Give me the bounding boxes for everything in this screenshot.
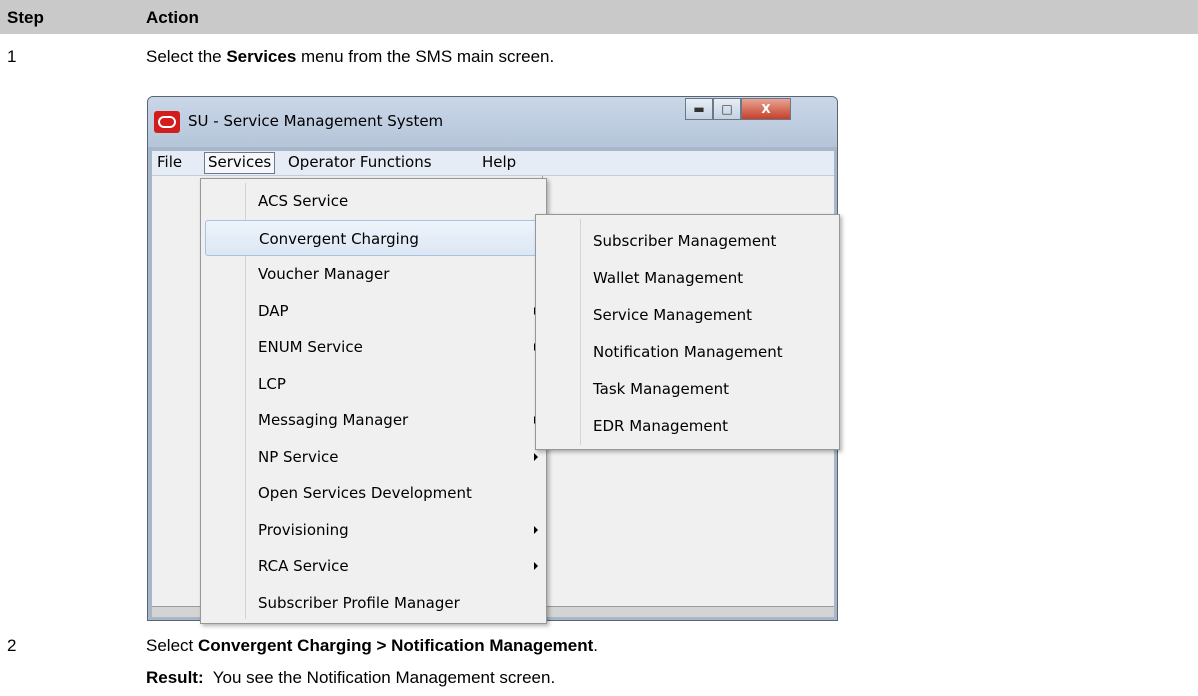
charging-submenu-item[interactable]: Service Management [536, 297, 836, 333]
menu-services[interactable]: Services [204, 152, 276, 174]
title-bar: SU - Service Management System ▬ □ X [148, 97, 837, 147]
table-header: Step Action [0, 0, 1198, 34]
services-menu-item[interactable]: Messaging Manager [201, 402, 541, 438]
charging-submenu-item[interactable]: EDR Management [536, 408, 836, 444]
charging-submenu-item[interactable]: Wallet Management [536, 260, 836, 296]
menu-item-label: NP Service [258, 447, 339, 466]
submenu-item-label: Service Management [593, 306, 753, 324]
charging-submenu-item[interactable]: Task Management [536, 371, 836, 407]
close-button[interactable]: X [741, 98, 791, 120]
step-number: 1 [7, 47, 17, 66]
submenu-item-label: Subscriber Management [593, 232, 777, 250]
services-menu-item[interactable]: Subscriber Profile Manager [201, 585, 541, 621]
menu-item-label: RCA Service [258, 557, 349, 575]
submenu-item-label: Task Management [593, 380, 729, 398]
step-column-header: Step [7, 8, 44, 27]
menu-operator-functions[interactable]: Operator Functions [285, 152, 435, 172]
menu-item-label: Convergent Charging [259, 229, 419, 248]
menu-item-label: ENUM Service [258, 338, 363, 356]
services-menu-item[interactable]: RCA Service [201, 548, 541, 584]
submenu-arrow-icon [534, 525, 538, 534]
submenu-arrow-icon [534, 562, 538, 570]
services-menu-item[interactable]: Provisioning [201, 512, 541, 548]
maximize-button[interactable]: □ [713, 98, 741, 120]
services-menu-item[interactable]: Open Services Development [201, 475, 541, 511]
services-menu-item[interactable]: DAP [201, 293, 541, 329]
services-menu-item[interactable]: Voucher Manager [201, 256, 541, 292]
menu-item-label: LCP [258, 374, 286, 393]
submenu-item-label: Wallet Management [593, 269, 744, 287]
minimize-button[interactable]: ▬ [685, 98, 713, 120]
step-instruction: Select Convergent Charging > Notificatio… [146, 636, 599, 655]
services-menu-item[interactable]: ACS Service [201, 183, 541, 219]
menu-item-label: Provisioning [258, 520, 349, 539]
menu-item-label: Messaging Manager [258, 411, 409, 429]
submenu-item-label: Notification Management [593, 343, 783, 361]
services-menu-item[interactable]: ENUM Service [201, 329, 541, 365]
submenu-item-label: EDR Management [593, 417, 729, 435]
charging-submenu-item[interactable]: Subscriber Management [536, 223, 836, 259]
oracle-logo-icon [154, 111, 180, 133]
charging-submenu-item[interactable]: Notification Management [536, 334, 836, 370]
menu-item-label: Voucher Manager [258, 265, 390, 283]
services-menu-item[interactable]: LCP [201, 366, 541, 402]
window-title: SU - Service Management System [188, 112, 444, 130]
menu-item-label: DAP [258, 301, 289, 320]
menu-help[interactable]: Help [479, 152, 519, 172]
menu-item-label: ACS Service [258, 192, 349, 210]
submenu-arrow-icon [534, 452, 538, 461]
menu-item-label: Subscriber Profile Manager [258, 593, 460, 612]
step-instruction: Select the Services menu from the SMS ma… [146, 47, 555, 66]
convergent-charging-submenu: Subscriber Management Wallet Management Se… [535, 214, 840, 450]
services-menu-item[interactable]: Convergent Charging [205, 219, 541, 256]
action-column-header: Action [146, 8, 199, 27]
menu-item-label: Open Services Development [258, 484, 472, 502]
services-menu: ACS Service Convergent Charging Voucher Ma… [200, 178, 547, 624]
menu-file[interactable]: File [154, 152, 185, 172]
result-text: Result: You see the Notification Managem… [146, 668, 556, 687]
services-menu-item[interactable]: NP Service [201, 439, 541, 475]
step-number: 2 [7, 636, 17, 655]
menu-bar: File Services Operator Functions Help [152, 151, 834, 176]
